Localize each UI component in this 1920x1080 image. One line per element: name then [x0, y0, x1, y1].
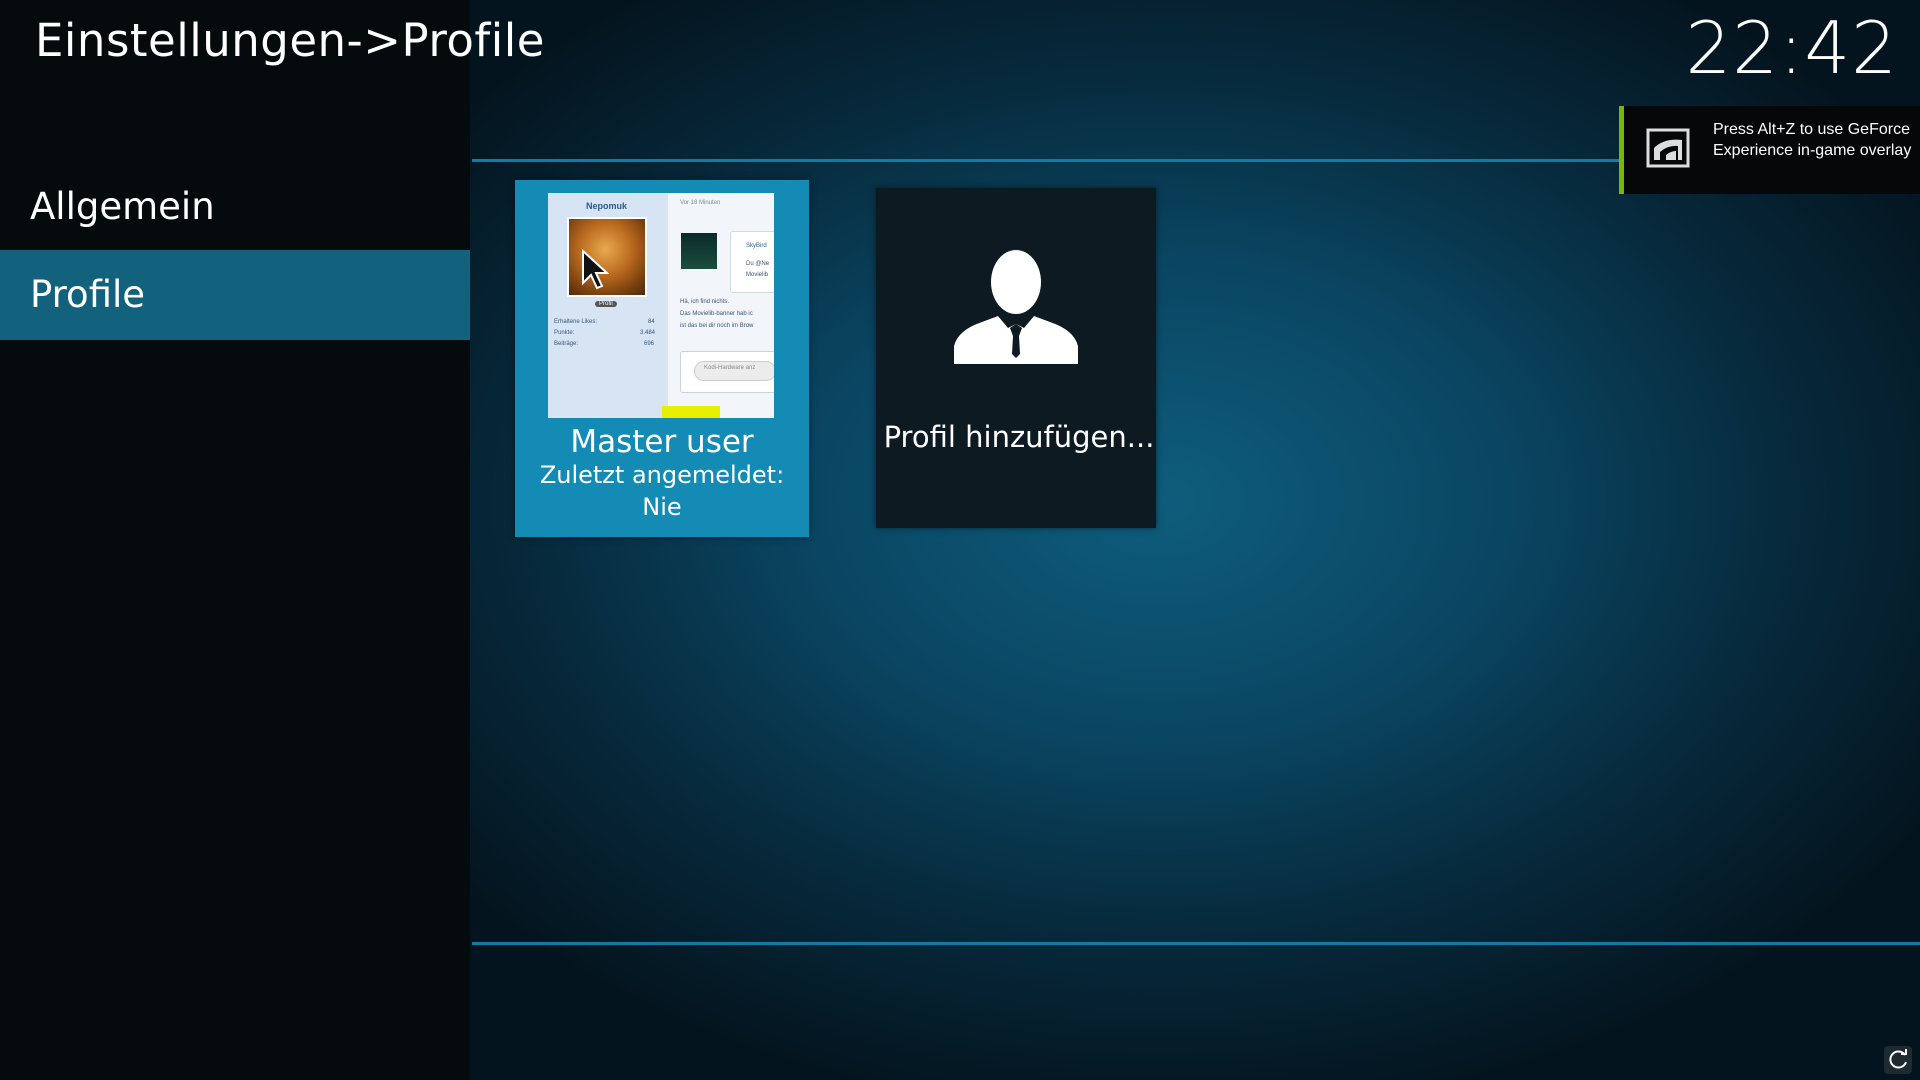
- last-login-value: Nie: [642, 493, 682, 521]
- thumbnail-stat-value: 3.484: [640, 330, 656, 336]
- profile-thumbnail: Nepomuk Profil Erhaltene Likes: 84 Punkt…: [548, 193, 774, 418]
- sidebar-item-profile[interactable]: Profile: [0, 250, 470, 340]
- thumbnail-reply-line: Movielib: [746, 272, 769, 278]
- thumbnail-stat-label: Punkte:: [554, 330, 575, 336]
- mouse-cursor-icon: [581, 248, 610, 295]
- clock: 22:42: [1685, 6, 1898, 90]
- thumbnail-input-pill: [694, 361, 774, 381]
- thumbnail-stat-value: 696: [644, 341, 655, 347]
- thumbnail-time: Vor 18 Minuten: [680, 200, 721, 206]
- thumbnail-reply-line: Du @Ne: [746, 261, 770, 267]
- thumbnail-stat-label: Erhaltene Likes:: [554, 319, 598, 325]
- page-title: Einstellungen->Profile: [35, 14, 545, 67]
- profile-card-master-user[interactable]: Nepomuk Profil Erhaltene Likes: 84 Punkt…: [515, 180, 809, 537]
- thumbnail-badge: Profil: [595, 301, 617, 307]
- add-profile-label: Profil hinzufügen...: [883, 420, 1155, 454]
- thumbnail-reply-avatar: [681, 233, 717, 269]
- thumbnail-message-line: Das Movielib-banner hab ic: [680, 311, 753, 317]
- thumbnail-message-line: ist das bei dir noch im Brow: [680, 323, 754, 329]
- last-login-label: Zuletzt angemeldet:: [539, 461, 785, 489]
- sidebar: Einstellungen->Profile Allgemein Profile: [0, 0, 544, 1080]
- thumbnail-highlight: [662, 406, 720, 418]
- profile-name: Master user: [570, 424, 754, 460]
- thumbnail-message-line: Hä, ich find nichts.: [680, 299, 730, 305]
- thumbnail-reply-user: SkyBird: [746, 243, 767, 249]
- bottom-divider: [472, 942, 1920, 945]
- thumbnail-input-text: Kodi-Hardware anz: [704, 365, 756, 371]
- geforce-notification: Press Alt+Z to use GeForce Experience in…: [1619, 106, 1920, 194]
- sidebar-item-allgemein[interactable]: Allgemein: [0, 162, 470, 252]
- thumbnail-username: Nepomuk: [586, 201, 628, 211]
- user-silhouette-icon: [954, 246, 1078, 368]
- thumbnail-stat-label: Beiträge:: [554, 341, 579, 347]
- refresh-icon[interactable]: [1884, 1046, 1912, 1074]
- add-profile-button[interactable]: Profil hinzufügen...: [876, 188, 1156, 528]
- geforce-message: Press Alt+Z to use GeForce Experience in…: [1713, 121, 1912, 159]
- thumbnail-stat-value: 84: [648, 319, 655, 325]
- geforce-icon: [1646, 126, 1690, 174]
